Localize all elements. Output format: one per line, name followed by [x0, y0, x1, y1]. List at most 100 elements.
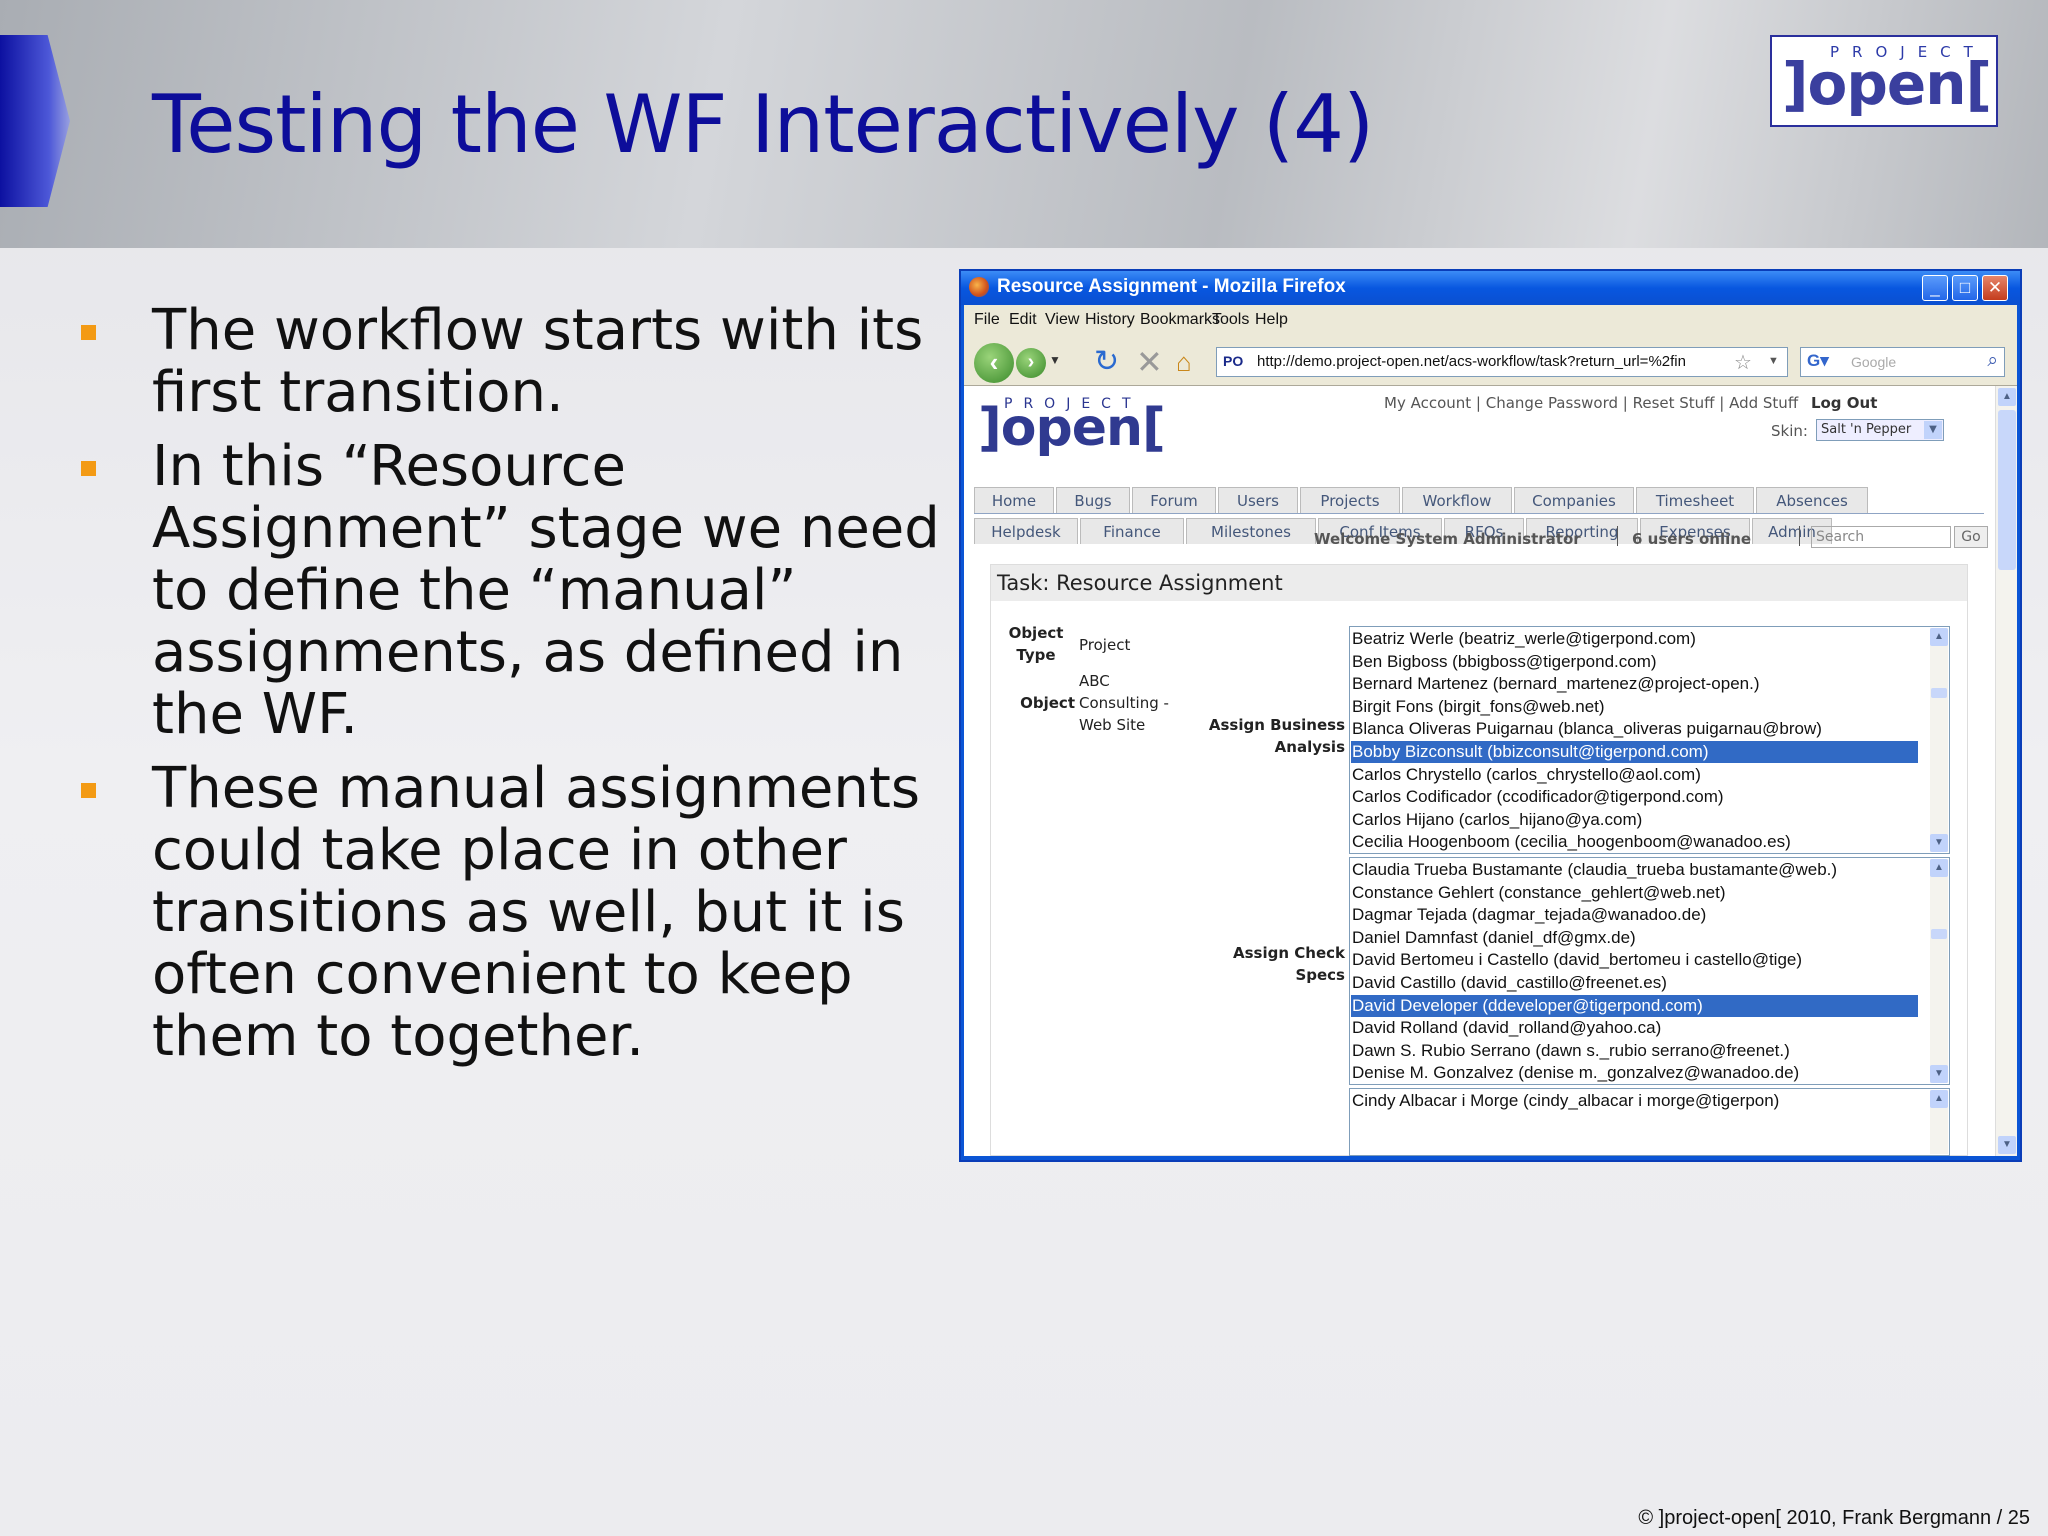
account-links-text[interactable]: My Account | Change Password | Reset Stu…: [1384, 394, 1798, 412]
tab-forum[interactable]: Forum: [1132, 487, 1216, 513]
scroll-up-icon[interactable]: ▲: [1930, 1090, 1948, 1108]
listbox-option[interactable]: Cindy Albacar i Morge (cindy_albacar i m…: [1351, 1090, 1918, 1112]
menu-bookmarks[interactable]: Bookmarks: [1140, 311, 1220, 329]
home-icon[interactable]: ⌂: [1176, 347, 1192, 378]
tab-projects[interactable]: Projects: [1300, 487, 1400, 513]
tab-users[interactable]: Users: [1218, 487, 1298, 513]
search-icon[interactable]: ⌕: [1987, 350, 1998, 372]
assign-check-specs-label: Assign Check Specs: [1233, 944, 1345, 984]
browser-client-area: File Edit View History Bookmarks Tools H…: [964, 305, 2017, 1156]
navigation-toolbar: ‹ › ▼ ↻ ✕ ⌂ PO http://demo.project-open.…: [964, 335, 2017, 386]
assign-business-analysis-listbox[interactable]: Cecilia Hoogenboom (cecilia_hoogenboom@w…: [1349, 626, 1950, 854]
maximize-button[interactable]: □: [1952, 275, 1978, 301]
logout-link[interactable]: Log Out: [1811, 394, 1877, 412]
bullet-item: The workflow starts with its first trans…: [78, 300, 958, 424]
listbox-option[interactable]: Carlos Chrystello (carlos_chrystello@aol…: [1351, 764, 1918, 786]
listbox-option[interactable]: David Bertomeu i Castello (david_bertome…: [1351, 949, 1918, 971]
menu-file[interactable]: File: [974, 311, 1000, 329]
scroll-thumb[interactable]: [1931, 929, 1947, 939]
listbox-option[interactable]: Beatriz Werle (beatriz_werle@tigerpond.c…: [1351, 628, 1918, 650]
browser-search-box[interactable]: G▾ Google ⌕: [1800, 347, 2005, 377]
firefox-icon: [969, 277, 989, 297]
tab-home[interactable]: Home: [974, 487, 1054, 513]
menu-edit[interactable]: Edit: [1009, 311, 1037, 329]
listbox-option[interactable]: Bernard Martenez (bernard_martenez@proje…: [1351, 673, 1918, 695]
menu-view[interactable]: View: [1045, 311, 1079, 329]
scroll-up-icon[interactable]: ▲: [1930, 859, 1948, 877]
assign-check-specs-listbox[interactable]: Denise M. Gonzalvez (denise m._gonzalvez…: [1349, 857, 1950, 1085]
back-arrow-icon[interactable]: ‹: [974, 343, 1014, 383]
tab-companies[interactable]: Companies: [1514, 487, 1634, 513]
bullet-text: The workflow starts with its first trans…: [152, 298, 924, 425]
page-scrollbar[interactable]: ▲ ▼: [1995, 386, 2017, 1156]
scroll-up-icon[interactable]: ▲: [1998, 388, 2016, 406]
minimize-button[interactable]: _: [1922, 275, 1948, 301]
listbox-option[interactable]: David Castillo (david_castillo@freenet.e…: [1351, 972, 1918, 994]
project-open-logo: PROJECT ]open[: [1770, 35, 1998, 127]
menu-help[interactable]: Help: [1255, 311, 1288, 329]
menu-history[interactable]: History: [1085, 311, 1135, 329]
skin-select[interactable]: Salt 'n Pepper ▼: [1816, 419, 1944, 441]
google-engine-icon[interactable]: G▾: [1807, 351, 1829, 371]
listbox-option[interactable]: Carlos Codificador (ccodificador@tigerpo…: [1351, 786, 1918, 808]
chevron-down-icon[interactable]: ▼: [1924, 421, 1942, 439]
listbox-option[interactable]: Daniel Damnfast (daniel_df@gmx.de): [1351, 927, 1918, 949]
separator: [1799, 526, 1800, 546]
listbox-option[interactable]: Bobby Bizconsult (bbizconsult@tigerpond.…: [1351, 741, 1918, 763]
url-dropdown-icon[interactable]: ▼: [1768, 355, 1779, 367]
tab-milestones[interactable]: Milestones: [1186, 518, 1316, 544]
forward-arrow-icon[interactable]: ›: [1016, 348, 1046, 378]
listbox-option[interactable]: Constance Gehlert (constance_gehlert@web…: [1351, 882, 1918, 904]
listbox-option[interactable]: Claudia Trueba Bustamante (claudia_trueb…: [1351, 859, 1918, 881]
listbox-option[interactable]: David Rolland (david_rolland@yahoo.ca): [1351, 1017, 1918, 1039]
tab-finance[interactable]: Finance: [1080, 518, 1184, 544]
go-button[interactable]: Go: [1954, 526, 1988, 548]
listbox-option[interactable]: Birgit Fons (birgit_fons@web.net): [1351, 696, 1918, 718]
window-titlebar[interactable]: Resource Assignment - Mozilla Firefox _ …: [961, 271, 2020, 305]
task-heading: Task: Resource Assignment: [997, 571, 1283, 595]
bullet-list: The workflow starts with its first trans…: [78, 300, 958, 1080]
scroll-down-icon[interactable]: ▼: [1930, 834, 1948, 852]
listbox-option[interactable]: Cecilia Hoogenboom (cecilia_hoogenboom@w…: [1351, 831, 1918, 853]
bullet-square-icon: [81, 461, 96, 476]
object-type-label: Object Type: [1008, 624, 1064, 664]
listbox-option[interactable]: Carlos Hijano (carlos_hijano@ya.com): [1351, 809, 1918, 831]
reload-icon[interactable]: ↻: [1094, 344, 1119, 379]
listbox-option[interactable]: Dawn S. Rubio Serrano (dawn s._rubio ser…: [1351, 1040, 1918, 1062]
listbox-scrollbar[interactable]: ▲: [1930, 1090, 1948, 1154]
url-bar[interactable]: PO http://demo.project-open.net/acs-work…: [1216, 347, 1788, 377]
page-search-input[interactable]: Search: [1811, 526, 1951, 548]
bullet-square-icon: [81, 783, 96, 798]
scroll-thumb[interactable]: [1931, 688, 1947, 698]
scroll-down-icon[interactable]: ▼: [1930, 1065, 1948, 1083]
tab-workflow[interactable]: Workflow: [1402, 487, 1512, 513]
scroll-up-icon[interactable]: ▲: [1930, 628, 1948, 646]
scroll-thumb[interactable]: [1998, 410, 2016, 570]
history-dropdown-icon[interactable]: ▼: [1049, 353, 1061, 367]
listbox-option[interactable]: Dagmar Tejada (dagmar_tejada@wanadoo.de): [1351, 904, 1918, 926]
listbox-scrollbar[interactable]: ▲ ▼: [1930, 859, 1948, 1083]
bullet-square-icon: [81, 325, 96, 340]
listbox-scrollbar[interactable]: ▲ ▼: [1930, 628, 1948, 852]
url-text[interactable]: http://demo.project-open.net/acs-workflo…: [1257, 353, 1686, 370]
task-panel: Task: Resource Assignment Object Type Pr…: [990, 564, 1968, 1156]
stop-icon[interactable]: ✕: [1136, 343, 1163, 381]
bookmark-star-icon[interactable]: ☆: [1734, 350, 1752, 375]
tab-timesheet[interactable]: Timesheet: [1636, 487, 1754, 513]
listbox-option[interactable]: Denise M. Gonzalvez (denise m._gonzalvez…: [1351, 1062, 1918, 1084]
scroll-down-icon[interactable]: ▼: [1998, 1136, 2016, 1154]
tab-absences[interactable]: Absences: [1756, 487, 1868, 513]
tab-bugs[interactable]: Bugs: [1056, 487, 1130, 513]
close-button[interactable]: ✕: [1982, 275, 2008, 301]
listbox-option[interactable]: Blanca Oliveras Puigarnau (blanca_oliver…: [1351, 718, 1918, 740]
listbox-option[interactable]: Ben Bigboss (bbigboss@tigerpond.com): [1351, 651, 1918, 673]
menu-tools[interactable]: Tools: [1212, 311, 1249, 329]
bullet-item: In this “Resource Assignment” stage we n…: [78, 436, 958, 746]
assign-next-listbox[interactable]: Cindy Albacar i Morge (cindy_albacar i m…: [1349, 1088, 1950, 1156]
tab-helpdesk[interactable]: Helpdesk: [974, 518, 1078, 544]
web-page: PROJECT ]open[ My Account | Change Passw…: [964, 386, 1994, 1156]
listbox-option[interactable]: David Developer (ddeveloper@tigerpond.co…: [1351, 994, 1918, 1017]
browser-window: Resource Assignment - Mozilla Firefox _ …: [959, 269, 2022, 1162]
object-value[interactable]: ABC Consulting - Web Site: [1079, 670, 1179, 736]
users-online-link[interactable]: 6 users online: [1632, 530, 1751, 548]
